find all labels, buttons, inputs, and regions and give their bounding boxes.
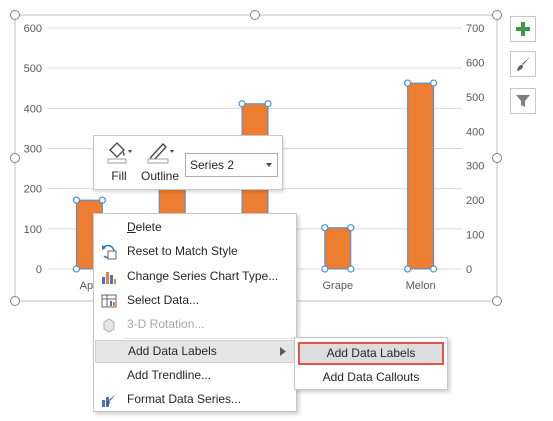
pencil-icon [147,143,174,164]
menu-item-label: Add Trendline... [127,368,212,382]
menu-item-label: Add Data Labels [128,344,217,358]
left-axis-tick-label: 300 [24,144,42,156]
chevron-right-icon [280,347,286,356]
selection-handle [430,79,438,87]
chart-elements-button[interactable] [510,16,536,42]
selection-handle [321,224,329,232]
bar-melon[interactable] [407,82,435,270]
chart-type-icon [102,272,116,284]
bar-grape[interactable] [324,227,352,270]
right-axis-tick-label: 200 [466,195,484,207]
resize-handle[interactable] [250,10,260,20]
left-axis-tick-label: 400 [24,103,42,115]
chart-filters-button[interactable] [510,88,536,114]
paintbrush-icon [517,57,530,71]
data-labels-submenu: Add Data Labels Add Data Callouts [294,337,448,390]
submenu-item-add-data-labels[interactable]: Add Data Labels [298,342,444,365]
reset-style-icon [102,244,117,260]
right-axis-tick-label: 500 [466,92,484,104]
series-dropdown-value: Series 2 [190,158,235,172]
menu-item-label: Select Data... [127,293,200,307]
chevron-down-icon [266,163,272,167]
selection-handle [72,196,81,204]
submenu-item-label: Add Data Labels [326,346,416,360]
menu-item-select-data[interactable]: Select Data... [95,289,295,312]
menu-item-add-data-labels[interactable]: Add Data Labels [95,340,295,363]
selection-handle [72,265,81,273]
right-axis-tick-label: 400 [466,126,484,138]
resize-handle[interactable] [492,10,502,20]
resize-handle[interactable] [10,153,20,163]
filter-icon [516,95,530,107]
submenu-item-label: Add Data Callouts [322,370,420,384]
submenu-item-add-data-callouts[interactable]: Add Data Callouts [298,366,444,389]
right-axis-tick-label: 700 [466,23,484,35]
outline-button[interactable]: Outline [139,140,181,183]
category-label: Melon [406,280,436,292]
selection-handle [321,265,329,273]
right-axis-tick-label: 300 [466,161,484,173]
rotation-3d-icon [103,318,115,333]
mini-toolbar: Fill Outline Series 2 [93,135,283,190]
paint-bucket-icon [107,142,132,164]
fill-label: Fill [111,169,127,183]
left-axis-tick-label: 200 [24,184,42,196]
menu-divider [124,338,294,339]
chart-styles-button[interactable] [510,51,536,77]
left-axis-tick-label: 100 [24,224,42,236]
resize-handle[interactable] [10,296,20,306]
plus-icon [516,22,530,36]
right-axis-tick-label: 0 [466,264,472,276]
selection-handle [98,196,107,204]
menu-item-label: Format Data Series... [127,392,242,406]
resize-handle[interactable] [492,296,502,306]
menu-item-3d-rotation: 3-D Rotation... [95,313,295,336]
right-axis-tick-label: 600 [466,57,484,69]
fill-button[interactable]: Fill [102,140,136,183]
menu-item-add-trendline[interactable]: Add Trendline... [95,364,295,387]
selection-handle [430,265,438,273]
menu-item-label: 3-D Rotation... [127,317,205,331]
right-axis-tick-label: 100 [466,230,484,242]
selection-handle [264,100,272,108]
resize-handle[interactable] [10,10,20,20]
menu-item-label: elete [135,220,162,234]
selection-handle [404,265,412,273]
left-axis-tick-label: 0 [36,264,42,276]
menu-item-change-chart-type[interactable]: Change Series Chart Type... [95,265,295,288]
outline-label: Outline [140,169,180,183]
category-label: Grape [323,280,354,292]
menu-item-delete[interactable]: Delete [95,216,295,239]
menu-item-format-data-series[interactable]: Format Data Series... [95,388,295,411]
resize-handle[interactable] [492,153,502,163]
left-axis-tick-label: 500 [24,63,42,75]
series-dropdown[interactable]: Series 2 [185,153,278,177]
selection-handle [347,224,355,232]
context-menu: Delete Reset to Match Style Change Serie… [93,213,297,412]
select-data-icon [101,294,117,308]
menu-item-reset-style[interactable]: Reset to Match Style [95,240,295,263]
menu-item-label: Reset to Match Style [127,244,238,258]
format-series-icon [102,394,116,407]
selection-handle [238,100,246,108]
selection-handle [404,79,412,87]
left-axis-tick-label: 600 [24,23,42,35]
menu-item-label: Change Series Chart Type... [127,269,279,283]
selection-handle [347,265,355,273]
